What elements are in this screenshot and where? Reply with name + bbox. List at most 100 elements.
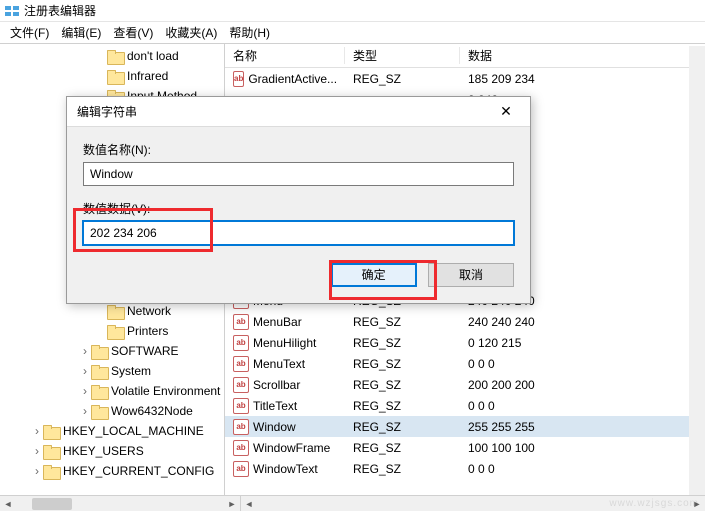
value-data-label: 数值数据(V): xyxy=(83,200,514,217)
value-name: Scrollbar xyxy=(253,378,300,392)
tree-label: HKEY_CURRENT_CONFIG xyxy=(63,464,214,478)
folder-icon xyxy=(107,50,123,63)
folder-icon xyxy=(43,445,59,458)
title-bar: 注册表编辑器 xyxy=(0,0,705,22)
table-row[interactable]: ab MenuHilight REG_SZ0 120 215 xyxy=(225,332,705,353)
tree-item[interactable]: ›HKEY_USERS xyxy=(0,441,224,461)
value-type: REG_SZ xyxy=(345,441,460,455)
table-row[interactable]: abWindowTextREG_SZ0 0 0 xyxy=(225,458,705,479)
string-value-icon: ab xyxy=(233,356,249,372)
table-row[interactable]: abMenuBarREG_SZ240 240 240 xyxy=(225,311,705,332)
tree-item[interactable]: › Wow6432Node xyxy=(0,401,224,421)
col-data[interactable]: 数据 xyxy=(460,47,705,64)
value-data: 185 209 234 xyxy=(460,72,705,86)
expand-icon[interactable]: › xyxy=(31,464,43,478)
tree-item[interactable]: › HKEY_CURRENT_CONFIG xyxy=(0,461,224,481)
edit-string-dialog: 编辑字符串 ✕ 数值名称(N): 数值数据(V): 确定 取消 xyxy=(66,96,531,304)
tree-scroll-thumb[interactable] xyxy=(32,498,72,510)
string-value-icon: ab xyxy=(233,440,249,456)
tree-item[interactable]: Network xyxy=(0,301,224,321)
tree-label: HKEY_LOCAL_MACHINE xyxy=(63,424,204,438)
value-data: 0 0 0 xyxy=(460,357,705,371)
value-name: MenuBar xyxy=(253,315,302,329)
expand-icon[interactable]: › xyxy=(31,424,43,438)
vertical-scrollbar[interactable] xyxy=(689,46,705,495)
folder-icon xyxy=(91,345,107,358)
value-name: GradientActive... xyxy=(248,72,337,86)
expand-icon[interactable]: › xyxy=(79,364,91,378)
tree-item[interactable]: don't load xyxy=(0,46,224,66)
value-data: 100 100 100 xyxy=(460,441,705,455)
value-name-label: 数值名称(N): xyxy=(83,141,514,158)
table-row[interactable]: ab MenuText REG_SZ0 0 0 xyxy=(225,353,705,374)
value-name-field[interactable] xyxy=(83,162,514,186)
scroll-left-icon[interactable]: ◄ xyxy=(0,496,16,511)
value-data: 0 120 215 xyxy=(460,336,705,350)
string-value-icon: ab xyxy=(233,419,249,435)
menu-bar: 文件(F) 编辑(E) 查看(V) 收藏夹(A) 帮助(H) xyxy=(0,22,705,44)
scroll-right-icon[interactable]: ► xyxy=(224,496,240,511)
tree-item[interactable]: › HKEY_LOCAL_MACHINE xyxy=(0,421,224,441)
col-type[interactable]: 类型 xyxy=(345,47,460,64)
folder-icon xyxy=(91,365,107,378)
folder-icon xyxy=(107,305,123,318)
string-value-icon: ab xyxy=(233,461,249,477)
menu-help[interactable]: 帮助(H) xyxy=(223,22,276,43)
string-value-icon: ab xyxy=(233,335,249,351)
expand-icon[interactable]: › xyxy=(79,404,91,418)
tree-label: Wow6432Node xyxy=(111,404,193,418)
watermark: www.wzjsgs.com xyxy=(609,498,699,509)
value-data: 0 0 0 xyxy=(460,399,705,413)
value-name: WindowFrame xyxy=(253,441,330,455)
tree-label: Volatile Environment xyxy=(111,384,220,398)
tree-item[interactable]: Printers xyxy=(0,321,224,341)
ok-button[interactable]: 确定 xyxy=(331,263,417,287)
folder-icon xyxy=(91,405,107,418)
value-type: REG_SZ xyxy=(345,72,460,86)
expand-icon[interactable]: › xyxy=(79,384,91,398)
tree-label: Network xyxy=(127,304,171,318)
tree-item[interactable]: › Volatile Environment xyxy=(0,381,224,401)
value-type: REG_SZ xyxy=(345,315,460,329)
menu-view[interactable]: 查看(V) xyxy=(107,22,159,43)
tree-label: don't load xyxy=(127,49,179,63)
tree-item[interactable]: Infrared xyxy=(0,66,224,86)
table-row[interactable]: abScrollbarREG_SZ200 200 200 xyxy=(225,374,705,395)
tree-scroll-track[interactable] xyxy=(16,496,224,511)
expand-icon[interactable]: › xyxy=(31,444,43,458)
value-data: 255 255 255 xyxy=(460,420,705,434)
tree-label: System xyxy=(111,364,151,378)
value-type: REG_SZ xyxy=(345,336,460,350)
value-data: 200 200 200 xyxy=(460,378,705,392)
list-header: 名称 类型 数据 xyxy=(225,44,705,68)
scroll-left-icon[interactable]: ◄ xyxy=(241,496,257,511)
bottom-scrollbar: ◄ ► ◄ ► xyxy=(0,495,705,511)
table-row[interactable]: abWindowREG_SZ255 255 255 xyxy=(225,416,705,437)
tree-label: Infrared xyxy=(127,69,168,83)
value-data-field[interactable] xyxy=(83,221,514,245)
tree-item[interactable]: › System xyxy=(0,361,224,381)
close-icon[interactable]: ✕ xyxy=(492,102,520,122)
tree-label: Printers xyxy=(127,324,168,338)
string-value-icon: ab xyxy=(233,377,249,393)
value-name: TitleText xyxy=(253,399,297,413)
string-value-icon: ab xyxy=(233,71,244,87)
cancel-button[interactable]: 取消 xyxy=(428,263,514,287)
folder-icon xyxy=(107,70,123,83)
table-row[interactable]: ab WindowFrame REG_SZ100 100 100 xyxy=(225,437,705,458)
value-name: MenuText xyxy=(253,357,305,371)
tree-label: SOFTWARE xyxy=(111,344,179,358)
menu-fav[interactable]: 收藏夹(A) xyxy=(159,22,223,43)
string-value-icon: ab xyxy=(233,314,249,330)
menu-edit[interactable]: 编辑(E) xyxy=(55,22,107,43)
folder-icon xyxy=(107,325,123,338)
table-row[interactable]: ab GradientActive... REG_SZ185 209 234 xyxy=(225,68,705,89)
expand-icon[interactable]: › xyxy=(79,344,91,358)
menu-file[interactable]: 文件(F) xyxy=(4,22,55,43)
table-row[interactable]: abTitleTextREG_SZ0 0 0 xyxy=(225,395,705,416)
col-name[interactable]: 名称 xyxy=(225,47,345,64)
string-value-icon: ab xyxy=(233,398,249,414)
value-name: MenuHilight xyxy=(253,336,316,350)
value-type: REG_SZ xyxy=(345,357,460,371)
tree-item[interactable]: › SOFTWARE xyxy=(0,341,224,361)
